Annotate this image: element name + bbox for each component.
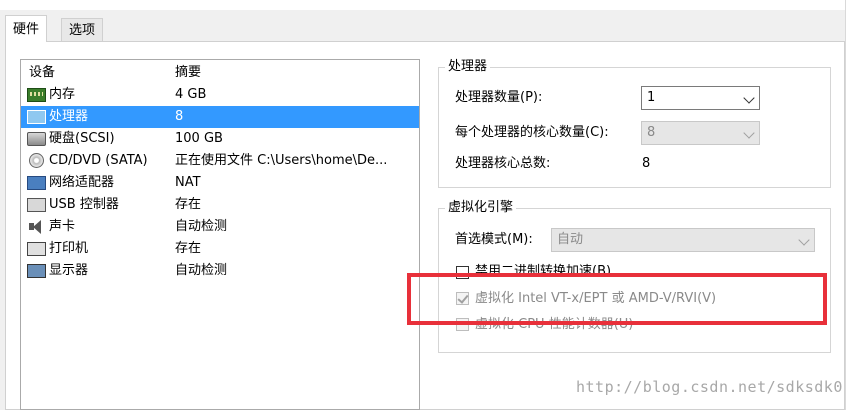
chevron-down-icon — [743, 92, 755, 104]
device-summary: 存在 — [175, 197, 202, 212]
printer-icon — [27, 242, 46, 256]
preferred-mode-label: 首选模式(M): — [455, 232, 533, 247]
preferred-mode-select[interactable]: 自动 — [551, 228, 815, 252]
device-row-memory[interactable]: 内存 4 GB — [21, 84, 419, 106]
device-list[interactable]: 设备 摘要 内存 4 GB 处理器 8 硬盘(SCSI) 100 GB CD/D… — [20, 59, 420, 410]
device-summary: 4 GB — [175, 87, 207, 102]
device-summary: 100 GB — [175, 131, 223, 146]
processor-count-select[interactable]: 1 — [641, 86, 760, 110]
device-row-display[interactable]: 显示器 自动检测 — [21, 260, 419, 282]
tab-hardware[interactable]: 硬件 — [5, 15, 48, 42]
total-cores-value: 8 — [642, 156, 651, 171]
cpu-icon — [27, 110, 46, 124]
processor-group-title: 处理器 — [445, 59, 491, 75]
monitor-icon — [27, 264, 46, 278]
device-row-usb-controller[interactable]: USB 控制器 存在 — [21, 194, 419, 216]
hard-disk-icon — [27, 132, 46, 146]
device-row-sound-card[interactable]: 声卡 自动检测 — [21, 216, 419, 238]
device-name: 网络适配器 — [49, 175, 115, 190]
device-summary: 8 — [175, 109, 184, 124]
device-name: CD/DVD (SATA) — [49, 153, 148, 168]
processor-count-value: 1 — [647, 90, 656, 105]
device-name: 显示器 — [49, 263, 89, 278]
cores-per-processor-label: 每个处理器的核心数量(C): — [455, 125, 609, 140]
usb-icon — [27, 198, 46, 212]
chevron-down-icon — [743, 127, 755, 139]
chevron-down-icon — [798, 234, 810, 246]
total-cores-label: 处理器核心总数: — [455, 156, 551, 171]
device-row-processor[interactable]: 处理器 8 — [21, 106, 419, 128]
network-adapter-icon — [27, 176, 46, 190]
device-summary: NAT — [175, 175, 201, 190]
device-name: USB 控制器 — [49, 197, 119, 212]
window-top-strip — [0, 0, 866, 10]
cd-dvd-icon — [29, 153, 44, 168]
device-summary: 自动检测 — [175, 219, 228, 234]
tab-options[interactable]: 选项 — [61, 18, 104, 41]
speaker-icon — [27, 220, 46, 234]
device-row-printer[interactable]: 打印机 存在 — [21, 238, 419, 260]
device-row-network-adapter[interactable]: 网络适配器 NAT — [21, 172, 419, 194]
device-name: 硬盘(SCSI) — [49, 131, 115, 146]
right-edge-panel — [845, 0, 866, 410]
device-name: 内存 — [49, 87, 76, 102]
device-column-header[interactable]: 设备 — [29, 62, 55, 84]
device-summary: 自动检测 — [175, 263, 228, 278]
device-name: 处理器 — [49, 109, 89, 124]
summary-column-header[interactable]: 摘要 — [175, 62, 415, 84]
device-row-cd-dvd[interactable]: CD/DVD (SATA) 正在使用文件 C:\Users\home\De... — [21, 150, 419, 172]
device-list-header: 设备 摘要 — [21, 62, 419, 84]
device-summary: 正在使用文件 C:\Users\home\De... — [175, 153, 388, 168]
red-highlight-box — [407, 273, 827, 325]
watermark-text: http://blog.csdn.net/sdksdk0 — [576, 378, 843, 396]
cores-per-processor-select[interactable]: 8 — [641, 121, 760, 145]
virtualization-engine-group-title: 虚拟化引擎 — [445, 200, 517, 216]
memory-icon — [27, 88, 46, 102]
device-row-hard-disk[interactable]: 硬盘(SCSI) 100 GB — [21, 128, 419, 150]
device-summary: 存在 — [175, 241, 202, 256]
processor-count-label: 处理器数量(P): — [455, 90, 543, 105]
cores-per-processor-value: 8 — [647, 125, 656, 140]
device-name: 打印机 — [49, 241, 89, 256]
device-name: 声卡 — [49, 219, 76, 234]
preferred-mode-value: 自动 — [557, 232, 584, 247]
